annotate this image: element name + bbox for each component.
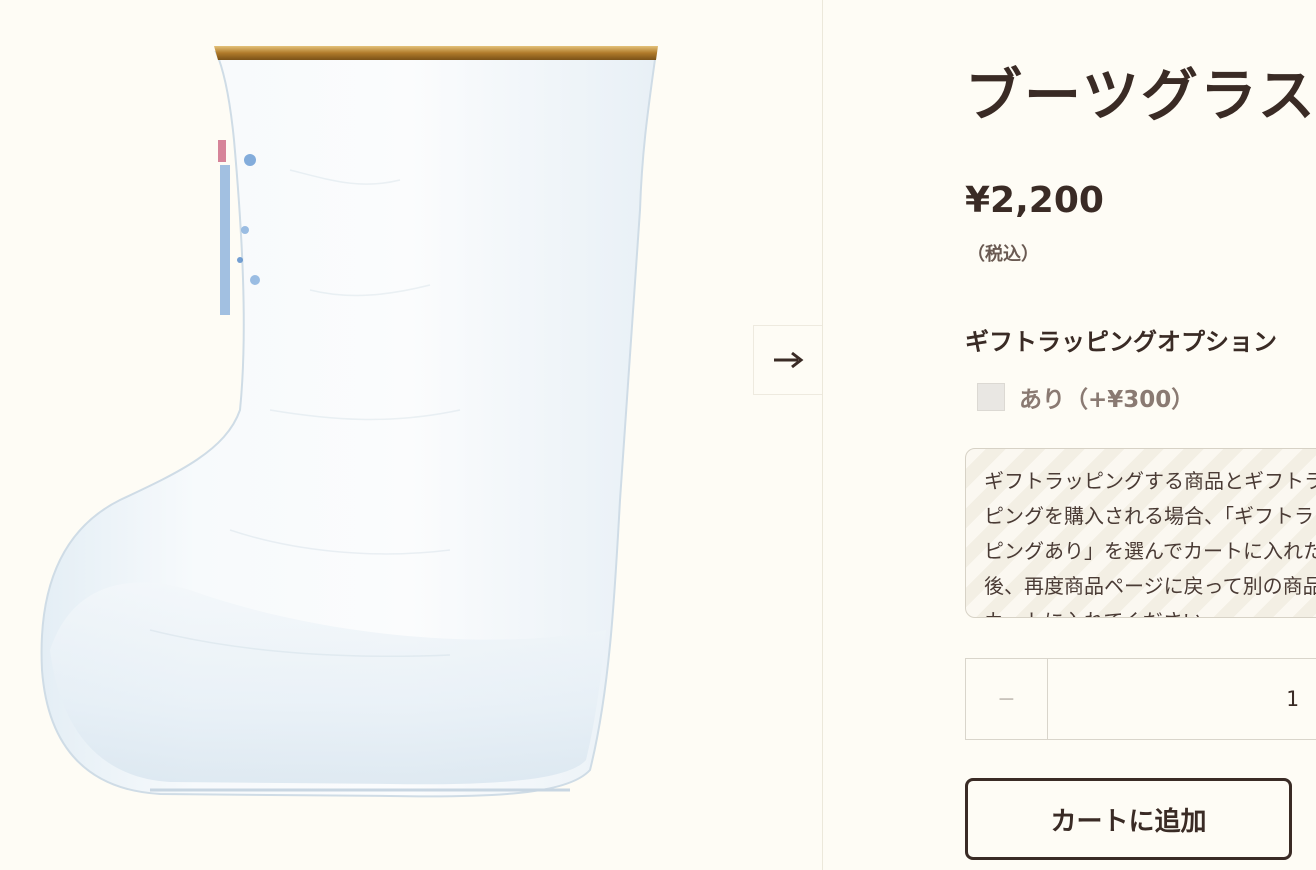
product-info: ブーツグラス ¥2,200 （税込） ギフトラッピングオプション あり（+¥30… (823, 0, 1316, 870)
next-image-button[interactable] (753, 325, 822, 395)
product-gallery (0, 0, 822, 870)
product-page: ブーツグラス ¥2,200 （税込） ギフトラッピングオプション あり（+¥30… (0, 0, 1316, 870)
product-image (40, 46, 658, 798)
arrow-right-icon (774, 351, 804, 369)
gift-option-title: ギフトラッピングオプション (965, 328, 1277, 356)
quantity-minus-button[interactable]: − (966, 659, 1048, 739)
gift-note-text: ギフトラッピングする商品とギフトラッピングを購入される場合、「ギフトラッピングあ… (984, 469, 1316, 617)
gift-option-checkbox-row[interactable]: あり（+¥300） (977, 380, 1194, 414)
quantity-stepper: − 1 (965, 658, 1316, 740)
tax-note: （税込） (967, 244, 1039, 265)
gift-note-box: ギフトラッピングする商品とギフトラッピングを購入される場合、「ギフトラッピングあ… (965, 448, 1316, 618)
product-price: ¥2,200 (965, 180, 1104, 221)
product-title: ブーツグラス (965, 63, 1316, 129)
add-to-cart-button[interactable]: カートに追加 (965, 778, 1292, 860)
gift-option-checkbox[interactable] (977, 383, 1005, 411)
gift-option-label: あり（+¥300） (1019, 387, 1195, 413)
quantity-input[interactable]: 1 (1286, 659, 1299, 739)
